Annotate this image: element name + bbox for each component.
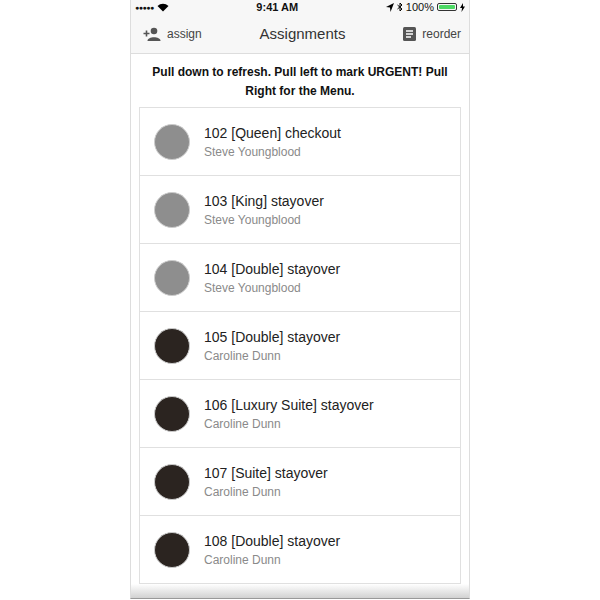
assignment-row[interactable]: 106 [Luxury Suite] stayover Caroline Dun… <box>140 380 460 448</box>
assignment-row[interactable]: 104 [Double] stayover Steve Youngblood <box>140 244 460 312</box>
assignment-row[interactable]: 102 [Queen] checkout Steve Youngblood <box>140 108 460 176</box>
assignment-title: 105 [Double] stayover <box>204 329 340 345</box>
assignee-name: Caroline Dunn <box>204 553 340 567</box>
assignment-row[interactable]: 108 [Double] stayover Caroline Dunn <box>140 516 460 584</box>
assignment-title: 107 [Suite] stayover <box>204 465 328 481</box>
assignee-name: Caroline Dunn <box>204 349 340 363</box>
assignment-row[interactable]: 103 [King] stayover Steve Youngblood <box>140 176 460 244</box>
wifi-icon <box>157 3 169 12</box>
assignee-name: Steve Youngblood <box>204 213 324 227</box>
location-icon <box>386 3 394 12</box>
nav-title: Assignments <box>260 25 346 42</box>
assignment-list: 102 [Queen] checkout Steve Youngblood 10… <box>139 107 461 584</box>
nav-bar: assign Assignments reorder <box>131 14 469 54</box>
page: ●●●●● 9:41 AM 100% assign Assignments re… <box>0 0 600 600</box>
list-icon <box>403 27 416 41</box>
avatar-icon <box>154 328 190 364</box>
battery-icon <box>437 3 457 11</box>
scroll-fade <box>131 584 469 598</box>
assignment-title: 108 [Double] stayover <box>204 533 340 549</box>
battery-percent: 100% <box>406 1 434 13</box>
avatar-icon <box>154 464 190 500</box>
assignment-row[interactable]: 105 [Double] stayover Caroline Dunn <box>140 312 460 380</box>
reorder-button[interactable]: reorder <box>403 27 461 41</box>
avatar-icon <box>154 192 190 228</box>
status-time: 9:41 AM <box>256 1 298 13</box>
assignment-row[interactable]: 107 [Suite] stayover Caroline Dunn <box>140 448 460 516</box>
assignee-name: Steve Youngblood <box>204 145 341 159</box>
person-add-icon <box>143 27 161 41</box>
avatar-icon <box>154 124 190 160</box>
avatar-icon <box>154 532 190 568</box>
assignee-name: Caroline Dunn <box>204 417 374 431</box>
avatar-icon <box>154 396 190 432</box>
avatar-icon <box>154 260 190 296</box>
assignee-name: Steve Youngblood <box>204 281 340 295</box>
phone-screen: ●●●●● 9:41 AM 100% assign Assignments re… <box>130 0 470 599</box>
assign-button[interactable]: assign <box>143 27 202 41</box>
bluetooth-icon <box>397 2 403 12</box>
assignment-title: 103 [King] stayover <box>204 193 324 209</box>
status-bar: ●●●●● 9:41 AM 100% <box>131 0 469 14</box>
assignment-title: 102 [Queen] checkout <box>204 125 341 141</box>
assignment-title: 104 [Double] stayover <box>204 261 340 277</box>
assignee-name: Caroline Dunn <box>204 485 328 499</box>
assignment-title: 106 [Luxury Suite] stayover <box>204 397 374 413</box>
instructions-text: Pull down to refresh. Pull left to mark … <box>131 54 469 107</box>
signal-indicator: ●●●●● <box>135 4 154 11</box>
charging-icon <box>460 3 465 12</box>
